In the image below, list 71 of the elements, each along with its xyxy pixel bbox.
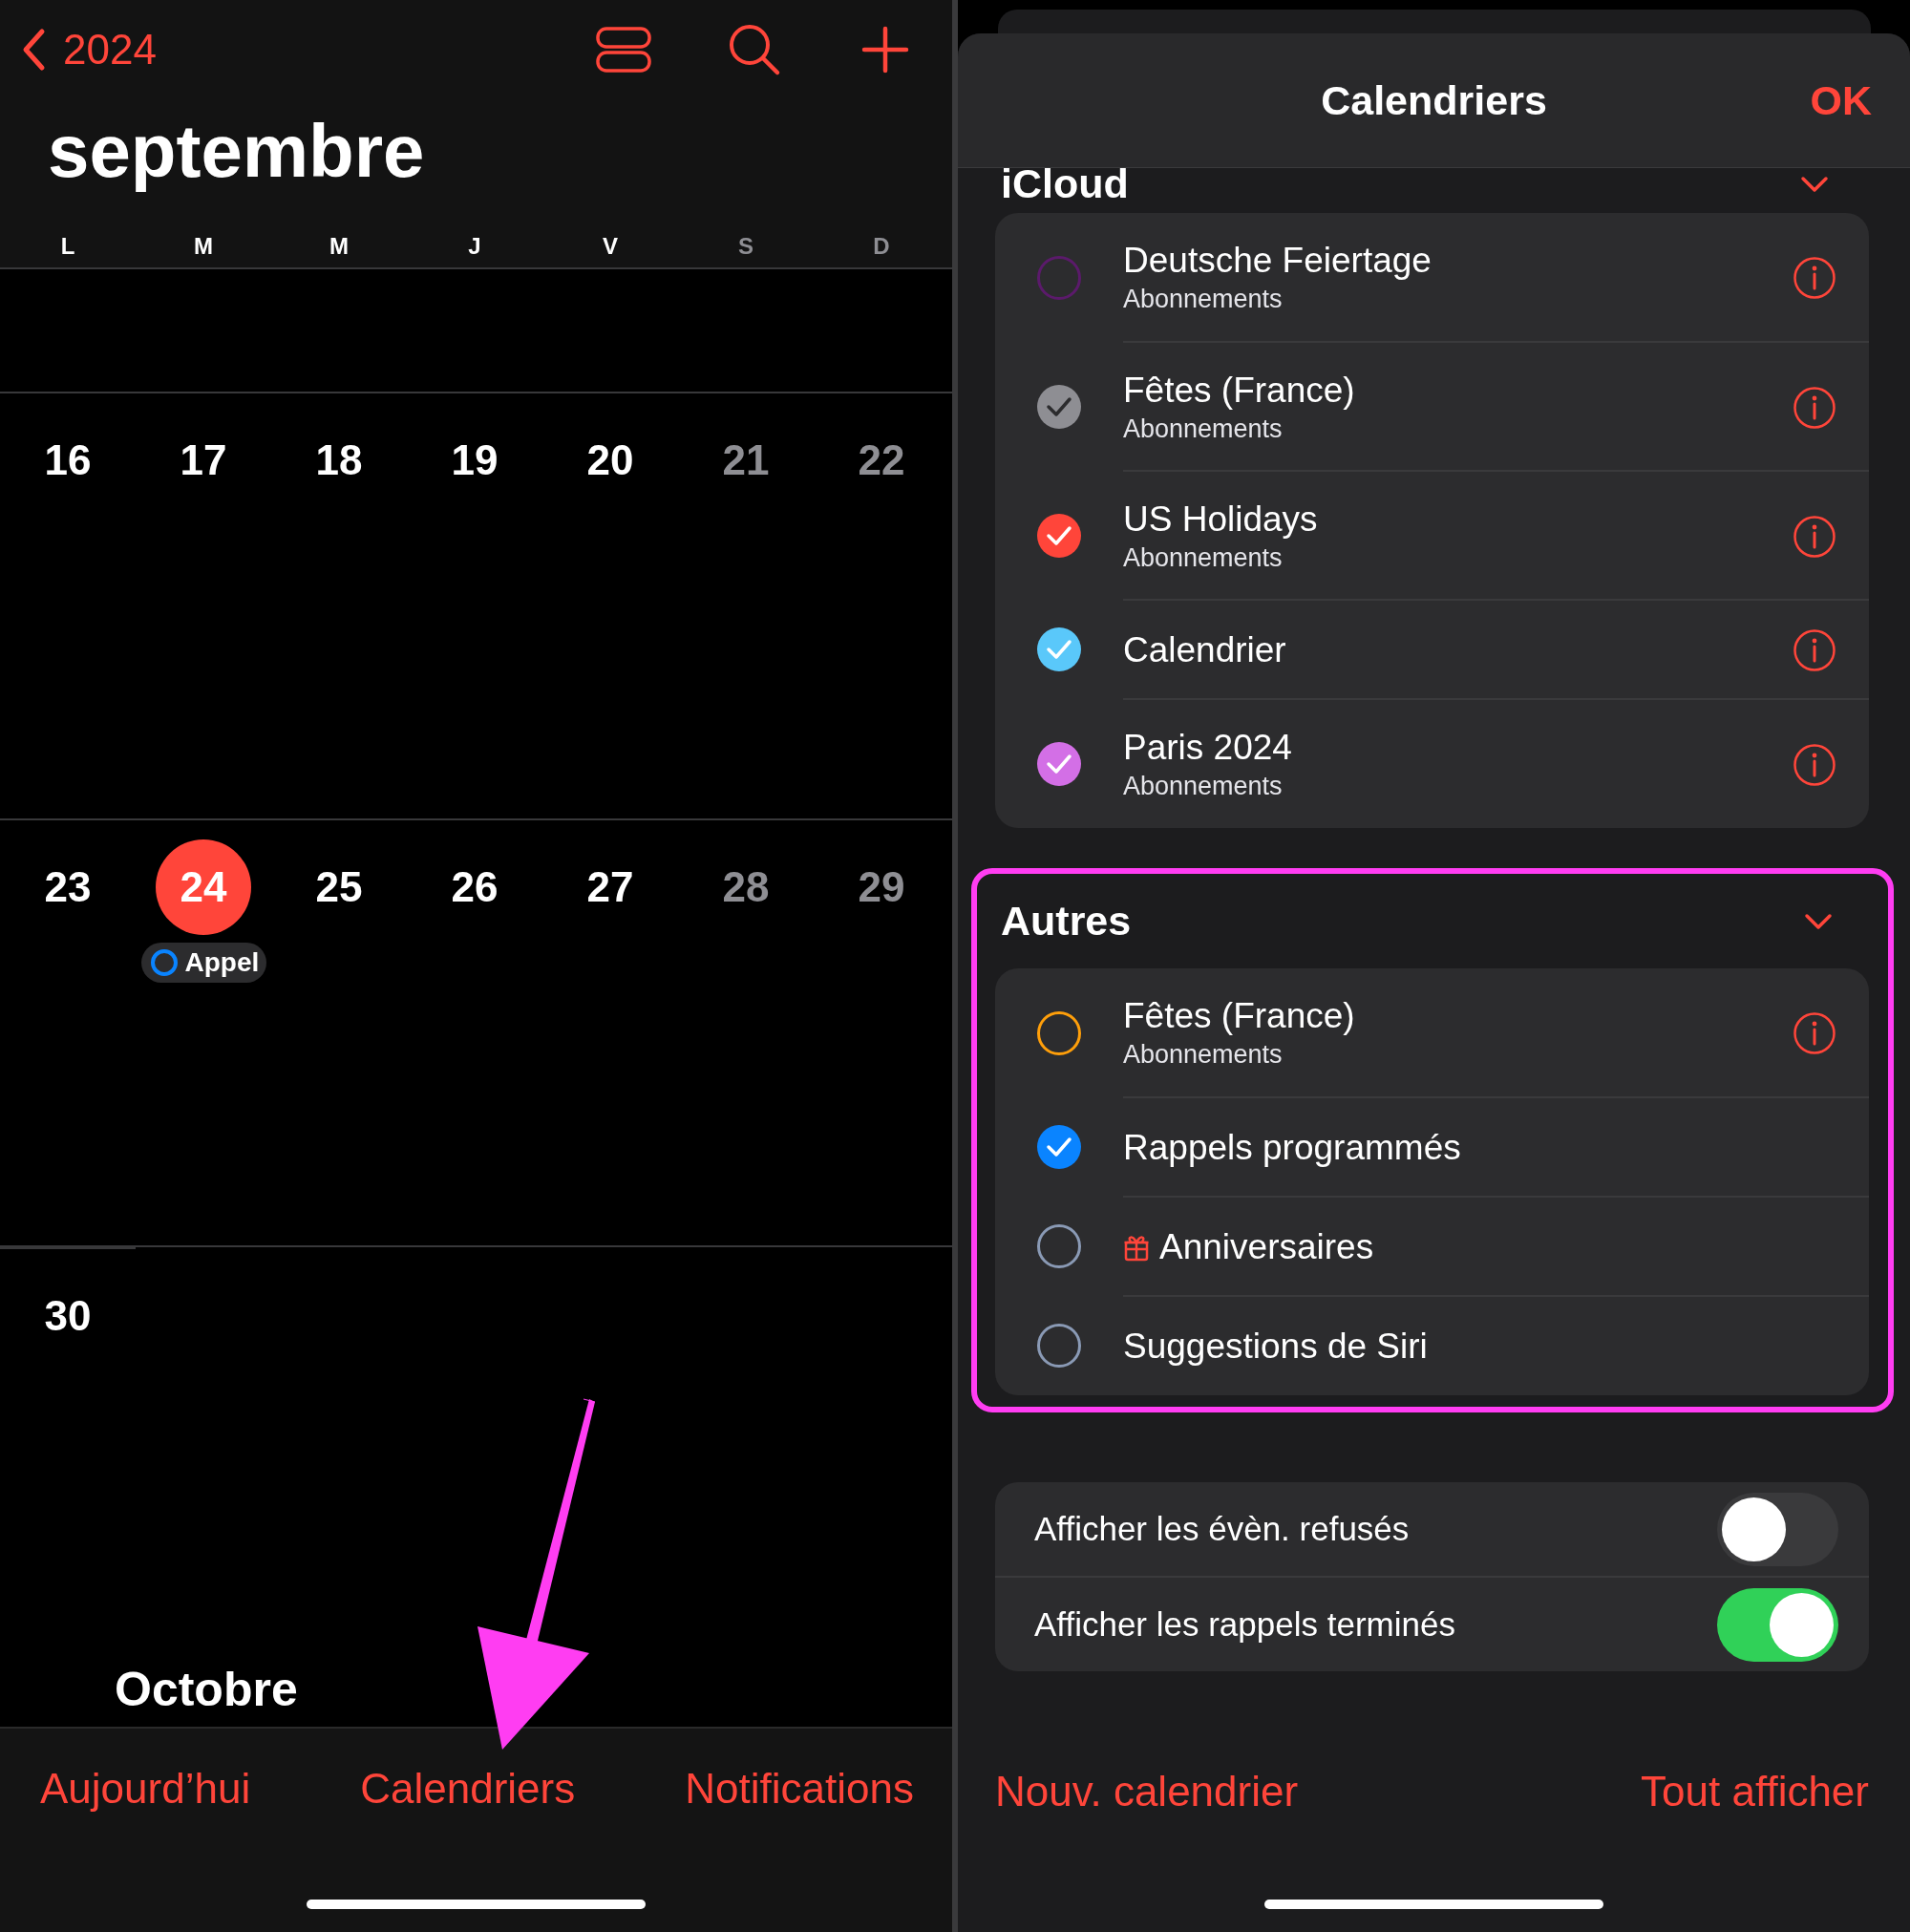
checkbox[interactable] — [1035, 626, 1083, 673]
day-number[interactable]: 30 — [20, 1268, 116, 1364]
weekday-label: S — [738, 233, 753, 260]
calendar-name: Fêtes (France) — [1123, 371, 1355, 411]
weekday-label: M — [329, 233, 349, 260]
calendar-account: Abonnements — [1123, 772, 1284, 801]
day-number[interactable]: 21 — [698, 413, 794, 508]
checkbox[interactable] — [1035, 382, 1083, 431]
calendar-account: Abonnements — [1123, 285, 1284, 314]
day-number[interactable]: 19 — [427, 413, 522, 508]
weekday-label: V — [603, 233, 618, 260]
calendar-name: Anniversaires — [1159, 1227, 1374, 1267]
day-number[interactable]: 27 — [562, 839, 658, 935]
day-number[interactable]: 22 — [834, 413, 929, 508]
day-number[interactable]: 17 — [156, 413, 251, 508]
info-icon[interactable] — [1793, 255, 1836, 300]
weekday-label: M — [194, 233, 213, 260]
calendar-name: Calendrier — [1123, 630, 1286, 670]
today-marker[interactable]: 24 — [156, 839, 251, 935]
day-number[interactable]: 26 — [427, 839, 522, 935]
day-number[interactable]: 29 — [834, 839, 929, 935]
day-number[interactable]: 25 — [291, 839, 387, 935]
checkbox[interactable] — [1035, 511, 1083, 560]
checkbox[interactable] — [1035, 1222, 1083, 1270]
new-calendar-button[interactable]: Nouv. calendrier — [995, 1768, 1299, 1815]
day-number[interactable]: 28 — [698, 839, 794, 935]
month-label: Octobre — [115, 1662, 299, 1717]
chevron-down-icon[interactable] — [1804, 912, 1833, 930]
done-button[interactable]: OK — [1810, 76, 1872, 124]
setting-label: Afficher les rappels terminés — [1034, 1605, 1455, 1644]
tab-button[interactable]: Notifications — [685, 1765, 914, 1813]
day-number[interactable]: 16 — [20, 413, 116, 508]
checkbox[interactable] — [1035, 253, 1083, 302]
calendar-account: Abonnements — [1123, 414, 1284, 444]
event-chip[interactable]: Appel — [140, 943, 266, 983]
day-number[interactable]: 20 — [562, 413, 658, 508]
calendar-name: Fêtes (France) — [1123, 996, 1355, 1036]
calendar-name: Paris 2024 — [1123, 728, 1292, 768]
weekday-label: L — [60, 233, 75, 260]
event-title: Appel — [184, 947, 260, 978]
back-button[interactable]: 2024 — [21, 26, 157, 74]
calendar-name: Deutsche Feiertage — [1123, 241, 1432, 281]
month-title: septembre — [47, 108, 426, 195]
setting-label: Afficher les évèn. refusés — [1034, 1510, 1410, 1548]
sheet-title: Calendriers — [1321, 76, 1547, 124]
calendar-name: US Holidays — [1123, 499, 1318, 540]
info-icon[interactable] — [1793, 742, 1836, 787]
weekday-label: J — [468, 233, 481, 260]
weekday-label: D — [873, 233, 890, 260]
tab-button[interactable]: Aujourd’hui — [40, 1765, 251, 1813]
checkbox[interactable] — [1035, 1123, 1083, 1171]
info-icon[interactable] — [1793, 385, 1836, 430]
info-icon[interactable] — [1793, 514, 1836, 559]
day-number[interactable]: 18 — [291, 413, 387, 508]
tab-button[interactable]: Calendriers — [360, 1765, 576, 1813]
info-icon[interactable] — [1793, 1010, 1836, 1055]
chevron-left-icon — [21, 28, 46, 72]
checkbox[interactable] — [1035, 739, 1083, 788]
show-all-button[interactable]: Tout afficher — [1641, 1768, 1869, 1815]
calendar-name: Rappels programmés — [1123, 1128, 1461, 1168]
calendar-account: Abonnements — [1123, 1040, 1284, 1070]
chevron-down-icon[interactable] — [1800, 175, 1829, 193]
calendar-account: Abonnements — [1123, 543, 1284, 573]
info-icon[interactable] — [1793, 628, 1836, 672]
section-title: Autres — [1001, 898, 1132, 945]
section-title: iCloud — [1001, 160, 1129, 207]
day-number[interactable]: 23 — [20, 839, 116, 935]
checkbox[interactable] — [1035, 1322, 1083, 1369]
checkbox[interactable] — [1035, 1008, 1083, 1057]
gift-icon — [1123, 1233, 1150, 1262]
calendar-name: Suggestions de Siri — [1123, 1327, 1428, 1367]
